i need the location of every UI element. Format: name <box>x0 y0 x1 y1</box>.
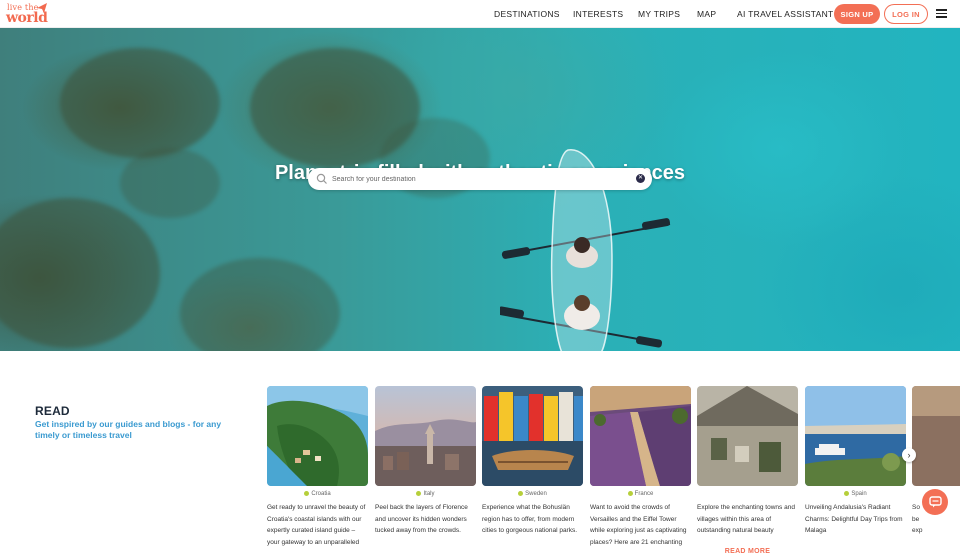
nav-destinations[interactable]: DESTINATIONS <box>494 9 560 19</box>
card-image-italy[interactable] <box>375 386 476 486</box>
read-heading: READ <box>35 404 70 418</box>
card-location: France <box>590 490 691 498</box>
article-card[interactable]: Explore the enchanting towns and village… <box>697 386 798 555</box>
search-icon <box>316 173 327 184</box>
nav-ai-travel-assistant[interactable]: AI TRAVEL ASSISTANT <box>737 9 834 19</box>
card-description: Peel back the layers of Florence and unc… <box>375 504 468 534</box>
hamburger-icon[interactable] <box>936 9 947 18</box>
chat-icon <box>928 496 942 508</box>
nav-interests[interactable]: INTERESTS <box>573 9 623 19</box>
card-location: Italy <box>375 490 476 498</box>
card-location: Sweden <box>482 490 583 498</box>
destination-search[interactable]: ✕ <box>308 168 652 190</box>
carousel-next-button[interactable]: › <box>902 448 916 462</box>
card-description: Explore the enchanting towns and village… <box>697 504 795 534</box>
card-image-croatia[interactable] <box>267 386 368 486</box>
article-card[interactable]: So be exp <box>912 386 960 548</box>
article-card[interactable]: Italy Peel back the layers of Florence a… <box>375 386 476 548</box>
location-pin-icon <box>844 490 850 496</box>
article-card[interactable]: France Want to avoid the crowds of Versa… <box>590 386 691 548</box>
card-description: Get ready to unravel the beauty of Croat… <box>267 504 366 546</box>
card-description: Unveiling Andalusia's Radiant Charms: De… <box>805 504 903 534</box>
clear-icon[interactable]: ✕ <box>636 174 645 183</box>
top-header: live the world DESTINATIONS INTERESTS MY… <box>0 0 960 28</box>
nav-map[interactable]: MAP <box>697 9 716 19</box>
card-description: Experience what the Bohuslän region has … <box>482 504 578 534</box>
location-pin-icon <box>304 490 310 496</box>
read-more-link[interactable]: READ MORE <box>697 548 798 555</box>
card-location: Spain <box>805 490 906 498</box>
article-card[interactable]: Croatia Get ready to unravel the beauty … <box>267 386 368 548</box>
location-pin-icon <box>518 490 524 496</box>
log-in-button[interactable]: LOG IN <box>884 4 928 24</box>
nav-my-trips[interactable]: MY TRIPS <box>638 9 680 19</box>
main-nav: DESTINATIONS INTERESTS MY TRIPS MAP AI T… <box>0 0 960 28</box>
article-card[interactable]: Spain Unveiling Andalusia's Radiant Char… <box>805 386 906 548</box>
card-description: Want to avoid the crowds of Versailles a… <box>590 504 687 546</box>
search-input[interactable] <box>332 171 632 187</box>
card-image-france[interactable] <box>590 386 691 486</box>
card-image-sweden[interactable] <box>482 386 583 486</box>
chat-button[interactable] <box>922 489 948 515</box>
card-location <box>697 490 798 498</box>
card-location: Croatia <box>267 490 368 498</box>
location-pin-icon <box>416 490 422 496</box>
sign-up-button[interactable]: SIGN UP <box>834 4 880 24</box>
card-image-partial[interactable] <box>912 386 960 486</box>
article-card[interactable]: Sweden Experience what the Bohuslän regi… <box>482 386 583 548</box>
chevron-right-icon: › <box>907 450 911 460</box>
location-pin-icon <box>627 490 633 496</box>
read-subtitle: Get inspired by our guides and blogs - f… <box>35 419 222 440</box>
card-image-spain[interactable] <box>805 386 906 486</box>
card-image-stone-house[interactable] <box>697 386 798 486</box>
